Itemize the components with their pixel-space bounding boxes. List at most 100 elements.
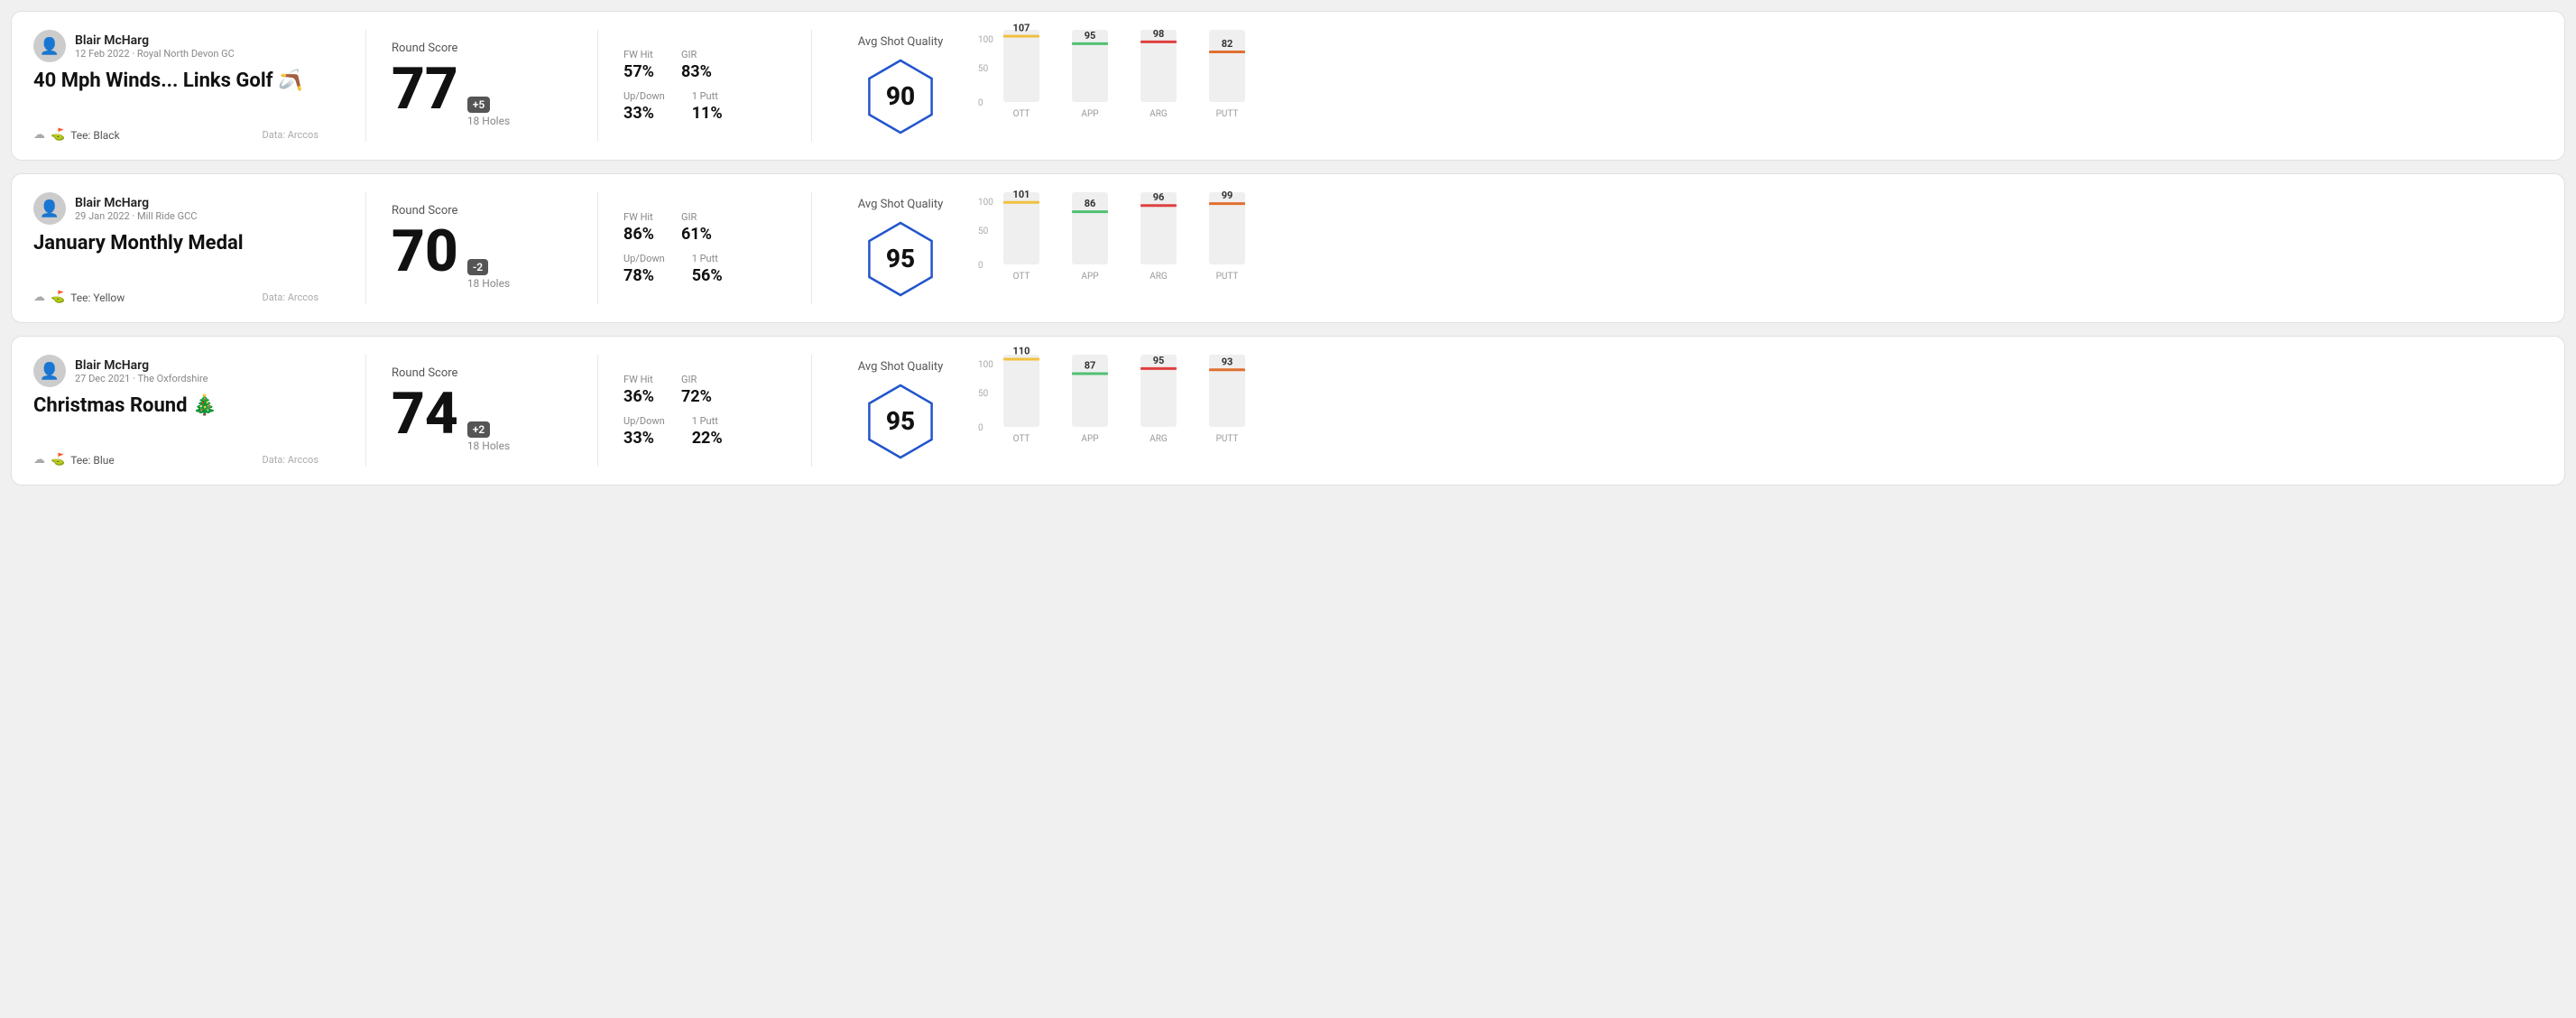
score-diff-badge: +2	[467, 421, 490, 438]
fw-hit-label: FW Hit	[623, 49, 654, 60]
stats-section: FW Hit 57% GIR 83% Up/Down 33% 1 Putt 11…	[623, 30, 786, 142]
oneputt-value: 22%	[692, 429, 723, 448]
quality-score: 95	[886, 406, 915, 436]
user-info: 👤 Blair McHarg 27 Dec 2021 · The Oxfords…	[33, 355, 319, 387]
score-section: Round Score 74 +2 18 Holes	[392, 355, 572, 467]
svg-text:95: 95	[1153, 355, 1165, 366]
svg-text:100: 100	[978, 35, 993, 45]
tee-label: Tee: Yellow	[70, 292, 125, 304]
quality-section: Avg Shot Quality 90	[837, 30, 964, 142]
updown-value: 33%	[623, 429, 665, 448]
divider3	[811, 30, 812, 142]
divider3	[811, 192, 812, 304]
bottom-info: ☁ ⛳ Tee: Yellow Data: Arccos	[33, 291, 319, 304]
round-card: 👤 Blair McHarg 29 Jan 2022 · Mill Ride G…	[11, 173, 2565, 323]
updown-value: 78%	[623, 266, 665, 285]
user-details: Blair McHarg 29 Jan 2022 · Mill Ride GCC	[75, 196, 197, 222]
divider2	[597, 355, 598, 467]
svg-text:100: 100	[978, 360, 993, 370]
svg-text:50: 50	[978, 227, 989, 236]
gir-stat: GIR 61%	[681, 211, 712, 244]
score-value: 77	[392, 60, 458, 118]
user-meta: 27 Dec 2021 · The Oxfordshire	[75, 373, 208, 384]
data-source: Data: Arccos	[263, 454, 319, 466]
updown-label: Up/Down	[623, 90, 665, 102]
fw-hit-value: 36%	[623, 387, 654, 406]
svg-text:ARG: ARG	[1150, 109, 1168, 119]
fw-hit-label: FW Hit	[623, 374, 654, 385]
user-name: Blair McHarg	[75, 196, 197, 210]
svg-text:86: 86	[1085, 198, 1096, 209]
round-score-label: Round Score	[392, 42, 572, 55]
holes-label: 18 Holes	[467, 115, 510, 127]
score-section: Round Score 70 -2 18 Holes	[392, 192, 572, 304]
divider	[365, 192, 366, 304]
user-name: Blair McHarg	[75, 33, 235, 48]
svg-text:APP: APP	[1081, 272, 1098, 282]
gir-stat: GIR 72%	[681, 374, 712, 406]
avg-quality-label: Avg Shot Quality	[858, 198, 944, 211]
oneputt-stat: 1 Putt 11%	[692, 90, 723, 123]
data-source: Data: Arccos	[263, 292, 319, 303]
score-row: 70 -2 18 Holes	[392, 223, 572, 290]
svg-text:0: 0	[978, 261, 983, 271]
svg-text:ARG: ARG	[1150, 434, 1168, 444]
hexagon-container: 90	[860, 56, 941, 137]
user-meta: 12 Feb 2022 · Royal North Devon GC	[75, 48, 235, 60]
svg-text:93: 93	[1222, 356, 1233, 367]
svg-text:110: 110	[1013, 345, 1030, 356]
left-section: 👤 Blair McHarg 29 Jan 2022 · Mill Ride G…	[33, 192, 340, 304]
oneputt-label: 1 Putt	[692, 90, 723, 102]
svg-text:ARG: ARG	[1150, 272, 1168, 282]
svg-text:PUTT: PUTT	[1216, 272, 1239, 282]
fw-hit-stat: FW Hit 86%	[623, 211, 654, 244]
stats-row-top: FW Hit 57% GIR 83%	[623, 49, 786, 81]
stats-row-bottom: Up/Down 33% 1 Putt 11%	[623, 90, 786, 123]
round-title: January Monthly Medal	[33, 232, 319, 255]
gir-value: 61%	[681, 225, 712, 244]
updown-stat: Up/Down 78%	[623, 253, 665, 285]
oneputt-stat: 1 Putt 56%	[692, 253, 723, 285]
round-title: Christmas Round 🎄	[33, 394, 319, 417]
svg-text:50: 50	[978, 64, 989, 74]
gir-stat: GIR 83%	[681, 49, 712, 81]
stats-row-top: FW Hit 86% GIR 61%	[623, 211, 786, 244]
stats-row-bottom: Up/Down 78% 1 Putt 56%	[623, 253, 786, 285]
gir-value: 72%	[681, 387, 712, 406]
svg-text:95: 95	[1085, 30, 1096, 42]
score-value: 70	[392, 223, 458, 281]
divider3	[811, 355, 812, 467]
updown-value: 33%	[623, 104, 665, 123]
tee-info: ☁ ⛳ Tee: Black	[33, 128, 120, 142]
fw-hit-stat: FW Hit 36%	[623, 374, 654, 406]
fw-hit-value: 57%	[623, 62, 654, 81]
svg-text:99: 99	[1222, 190, 1233, 201]
avatar: 👤	[33, 30, 66, 62]
score-value: 74	[392, 385, 458, 443]
round-card: 👤 Blair McHarg 27 Dec 2021 · The Oxfords…	[11, 336, 2565, 486]
gir-label: GIR	[681, 211, 712, 223]
score-diff-badge: +5	[467, 97, 490, 113]
user-icon: 👤	[40, 362, 60, 381]
weather-icon: ☁	[33, 453, 45, 467]
svg-text:100: 100	[978, 198, 993, 208]
score-row: 77 +5 18 Holes	[392, 60, 572, 127]
chart-section: 100500110OTT87APP95ARG93PUTT	[964, 355, 2543, 467]
updown-label: Up/Down	[623, 415, 665, 427]
svg-text:OTT: OTT	[1013, 272, 1030, 282]
divider	[365, 355, 366, 467]
stats-row-top: FW Hit 36% GIR 72%	[623, 374, 786, 406]
weather-icon: ☁	[33, 291, 45, 304]
fw-hit-label: FW Hit	[623, 211, 654, 223]
svg-text:96: 96	[1153, 191, 1165, 203]
golf-icon: ⛳	[51, 128, 65, 142]
weather-icon: ☁	[33, 128, 45, 142]
user-info: 👤 Blair McHarg 29 Jan 2022 · Mill Ride G…	[33, 192, 319, 225]
tee-label: Tee: Blue	[70, 454, 115, 467]
svg-text:98: 98	[1153, 28, 1165, 40]
tee-label: Tee: Black	[70, 129, 119, 142]
quality-score: 95	[886, 244, 915, 273]
user-info: 👤 Blair McHarg 12 Feb 2022 · Royal North…	[33, 30, 319, 62]
round-score-label: Round Score	[392, 366, 572, 380]
svg-text:87: 87	[1085, 359, 1096, 371]
